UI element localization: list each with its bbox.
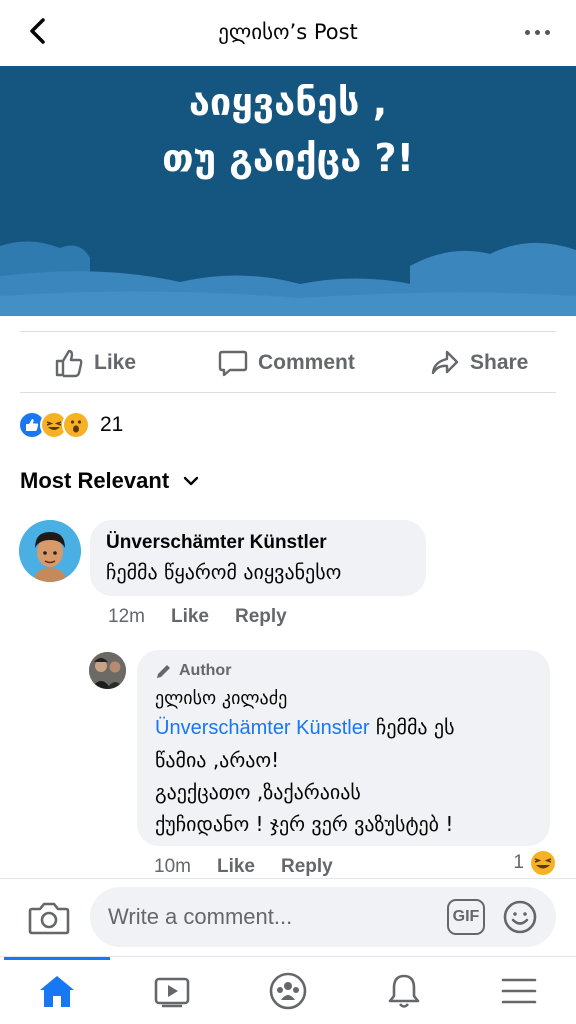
- hamburger-menu-icon: [501, 978, 537, 1004]
- reply-meta: 10m Like Reply: [154, 856, 333, 878]
- tab-groups[interactable]: [266, 971, 310, 1011]
- reply-text-line-3: გაექცათო ,ზაქარაიას: [155, 780, 361, 804]
- memoji-avatar-icon: [19, 520, 81, 582]
- avatar[interactable]: [19, 520, 81, 582]
- reply-time: 10m: [154, 856, 191, 877]
- home-icon: [40, 976, 74, 1007]
- comment-button[interactable]: Comment: [218, 346, 355, 380]
- reply-reaction-count: 1: [513, 852, 524, 873]
- divider: [20, 392, 556, 393]
- author-badge: Author: [155, 662, 532, 680]
- comment-like-button[interactable]: Like: [171, 606, 209, 628]
- comment-label: Comment: [258, 351, 355, 374]
- mention-link[interactable]: Ünverschämter Künstler: [155, 717, 370, 739]
- bell-icon: [388, 974, 420, 1008]
- more-options-button[interactable]: [520, 18, 554, 46]
- banner-text: აიყვანეს , თუ გაიქცა ?!: [0, 74, 576, 186]
- groups-icon: [269, 972, 307, 1010]
- tab-menu[interactable]: [497, 971, 541, 1011]
- reply-text: Ünverschämter Künstler ჩემმა ეს წამია ,ა…: [155, 711, 532, 840]
- dot-icon: [524, 29, 530, 35]
- dot-icon: [534, 29, 540, 35]
- clouds-decoration: [0, 241, 576, 316]
- reply-bubble[interactable]: Author ელისო კილაძე Ünverschämter Künstl…: [137, 650, 550, 846]
- tab-notifications[interactable]: [382, 971, 426, 1011]
- comment-author[interactable]: Ünverschämter Künstler: [106, 532, 410, 554]
- reply-text-line-4: ქუჩიდანო ! ჯერ ვერ ვაზუსტებ !: [155, 812, 454, 836]
- comment-time: 12m: [108, 606, 145, 627]
- comment-text: ჩემმა წყარომ აიყვანესო: [106, 560, 342, 584]
- author-badge-label: Author: [179, 662, 232, 679]
- like-button[interactable]: Like: [54, 346, 136, 380]
- comment-input[interactable]: [90, 887, 556, 947]
- gif-button[interactable]: GIF: [447, 899, 485, 935]
- reply-text-line-1: ჩემმა ეს: [369, 715, 455, 739]
- share-label: Share: [470, 351, 529, 374]
- wow-reaction-icon: [62, 411, 90, 439]
- reply-like-button[interactable]: Like: [217, 856, 255, 878]
- tab-home[interactable]: [35, 971, 79, 1011]
- avatar[interactable]: [89, 652, 126, 689]
- reply-reply-button[interactable]: Reply: [281, 856, 333, 878]
- reply-reaction-summary[interactable]: 1: [513, 850, 556, 876]
- top-bar: ელისო’s Post: [0, 0, 576, 66]
- banner-line-1: აიყვანეს ,: [188, 80, 388, 124]
- thumbs-up-icon: [55, 349, 83, 378]
- smiley-icon: [503, 900, 537, 934]
- bottom-navigation: [0, 956, 576, 1024]
- camera-icon: [28, 902, 70, 935]
- pencil-icon: [157, 665, 170, 678]
- post-actions: Like Comment Share: [0, 336, 576, 390]
- page-title: ელისო’s Post: [218, 20, 358, 44]
- sort-label: Most Relevant: [20, 468, 170, 493]
- post-banner[interactable]: აიყვანეს , თუ გაიქცა ?!: [0, 66, 576, 316]
- photo-avatar-icon: [89, 652, 126, 689]
- reaction-summary[interactable]: 21: [18, 410, 123, 440]
- tab-watch[interactable]: [150, 971, 194, 1011]
- reply-text-line-2: წამია ,არაო!: [155, 748, 280, 772]
- banner-line-2: თუ გაიქცა ?!: [162, 136, 414, 180]
- comment-meta: 12m Like Reply: [108, 606, 287, 628]
- chevron-down-icon: [183, 476, 199, 486]
- dot-icon: [544, 29, 550, 35]
- reply-author[interactable]: ელისო კილაძე: [155, 688, 532, 709]
- haha-reaction-icon: [531, 851, 555, 875]
- divider: [20, 331, 556, 332]
- comment-bubble[interactable]: Ünverschämter Künstler ჩემმა წყარომ აიყვ…: [90, 520, 426, 596]
- active-tab-indicator: [4, 957, 110, 960]
- share-icon: [431, 350, 459, 375]
- comment-composer: GIF: [0, 878, 576, 956]
- like-label: Like: [94, 351, 137, 374]
- comment-icon: [218, 350, 248, 377]
- share-button[interactable]: Share: [430, 346, 528, 380]
- comment-sort-dropdown[interactable]: Most Relevant: [20, 468, 199, 494]
- emoji-button[interactable]: [502, 899, 538, 935]
- camera-button[interactable]: [28, 899, 70, 937]
- comment-reply-button[interactable]: Reply: [235, 606, 287, 628]
- video-icon: [154, 977, 190, 1008]
- reaction-count: 21: [100, 413, 124, 436]
